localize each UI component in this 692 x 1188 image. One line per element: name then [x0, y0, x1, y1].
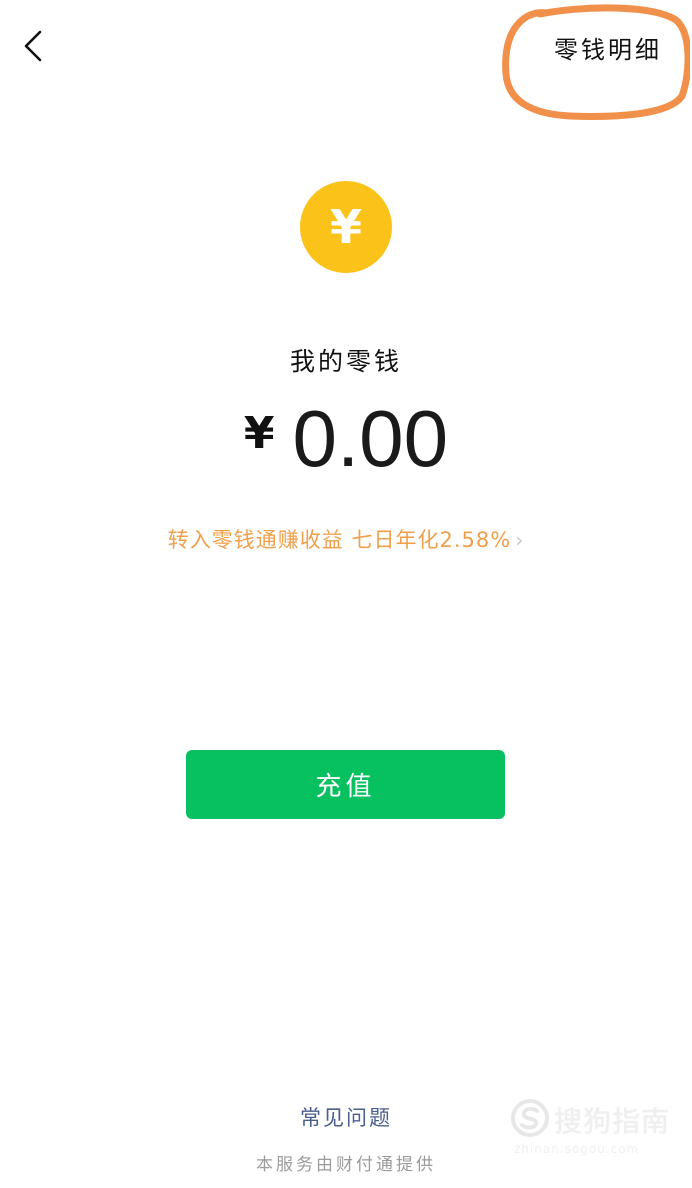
chevron-right-icon: › [515, 528, 525, 552]
yield-promo-link[interactable]: 转入零钱通赚收益 七日年化2.58% › [0, 524, 692, 554]
balance-amount: 0.00 [292, 394, 449, 483]
coin-glyph: ¥ [329, 200, 362, 254]
provider-note: 本服务由财付通提供 [256, 1155, 436, 1175]
back-button[interactable] [14, 26, 54, 66]
balance-label: 我的零钱 [289, 347, 402, 376]
balance-amount-row: ¥0.00 [0, 398, 692, 480]
currency-symbol: ¥ [243, 408, 275, 459]
recharge-button[interactable]: 充值 [186, 750, 505, 819]
chevron-left-icon [24, 30, 42, 62]
promo-text: 转入零钱通赚收益 七日年化2.58% [167, 528, 512, 552]
yuan-coin-icon: ¥ [300, 181, 392, 273]
balance-details-link[interactable]: 零钱明细 [554, 30, 662, 65]
faq-link[interactable]: 常见问题 [0, 1102, 692, 1132]
